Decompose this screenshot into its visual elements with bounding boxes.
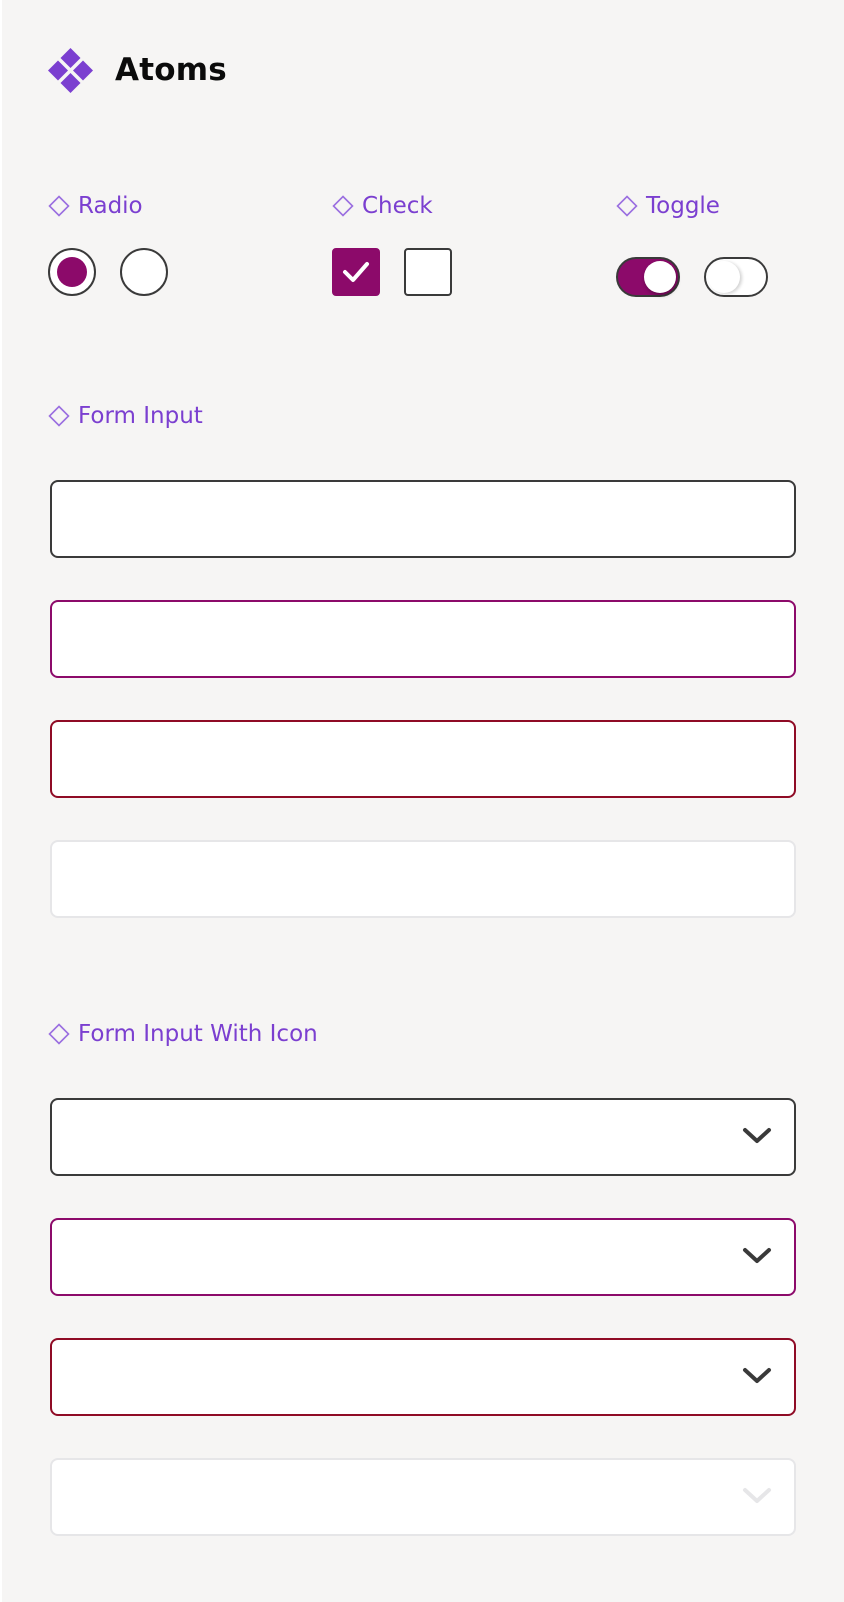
radio-dot [57,257,87,287]
checkbox-checked[interactable] [332,248,380,296]
select-input-default[interactable] [50,1098,796,1176]
text-input-error[interactable] [50,720,796,798]
section-label-check: Check [332,193,433,219]
page-title: Atoms [115,52,227,88]
page-header: Atoms [48,47,227,93]
text-input-default[interactable] [50,480,796,558]
diamond-outline-icon [48,1023,70,1045]
chevron-down-icon[interactable] [742,1366,772,1386]
text-input-disabled[interactable] [50,840,796,918]
chevron-down-icon [743,1488,771,1503]
radio-selected[interactable] [48,248,96,296]
chevron-down-icon[interactable] [742,1246,772,1266]
section-label-form-input: Form Input [48,403,203,429]
select-input-disabled[interactable] [50,1458,796,1536]
diamond-cluster-icon [48,47,93,93]
section-label-form-input-with-icon: Form Input With Icon [48,1021,318,1047]
radio-unselected[interactable] [120,248,168,296]
section-label-text: Form Input With Icon [78,1021,318,1047]
toggle-knob [644,261,676,293]
diamond-outline-icon [48,405,70,427]
select-input-focused[interactable] [50,1218,796,1296]
checkmark-icon [343,262,369,282]
chevron-down-icon[interactable] [742,1126,772,1146]
toggle-off[interactable] [704,257,768,297]
select-input-error[interactable] [50,1338,796,1416]
section-label-text: Check [362,193,433,219]
section-label-text: Toggle [646,193,720,219]
text-input-focused[interactable] [50,600,796,678]
section-label-radio: Radio [48,193,143,219]
diamond-outline-icon [332,195,354,217]
section-label-toggle: Toggle [616,193,720,219]
diamond-outline-icon [48,195,70,217]
toggle-knob [708,261,740,293]
section-label-text: Form Input [78,403,203,429]
toggle-on[interactable] [616,257,680,297]
section-label-text: Radio [78,193,143,219]
diamond-outline-icon [616,195,638,217]
checkbox-unchecked[interactable] [404,248,452,296]
